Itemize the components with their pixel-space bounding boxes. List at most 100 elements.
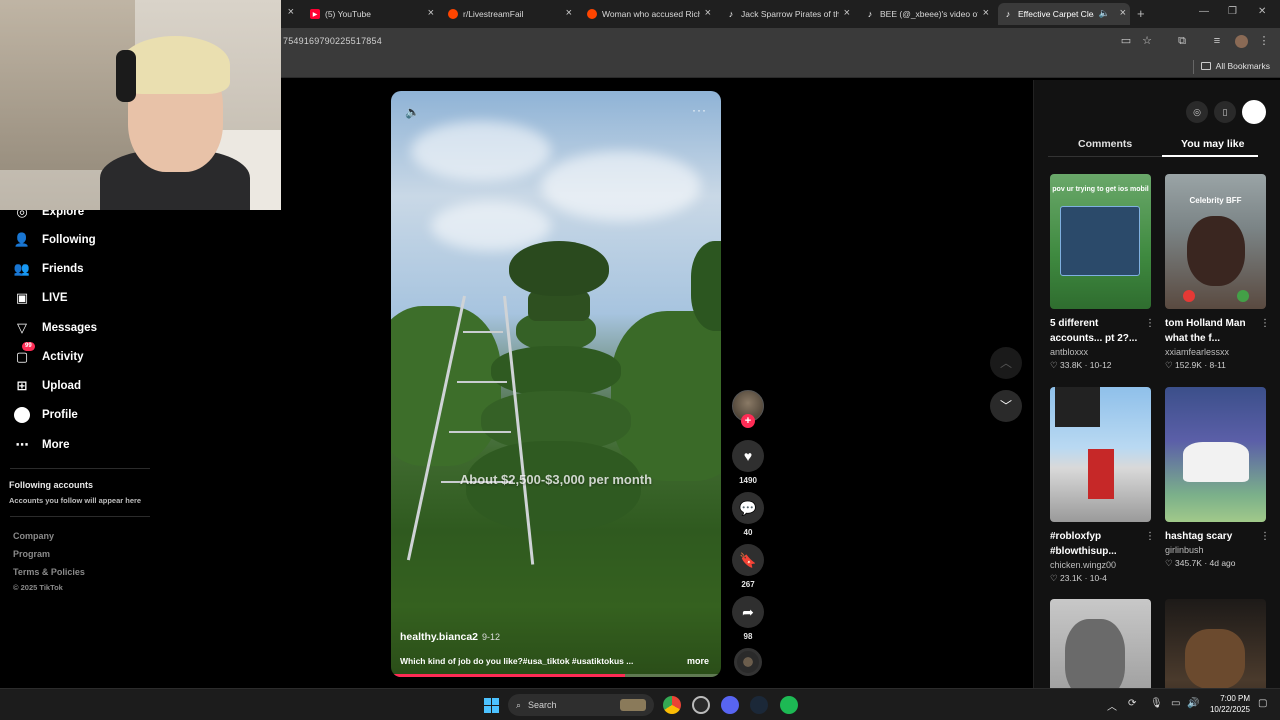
nav-friends[interactable]: 👥 Friends <box>14 261 84 277</box>
folder-icon <box>1200 62 1211 70</box>
taskbar-search[interactable]: ⌕ Search <box>508 694 654 716</box>
card-author[interactable]: antbloxxx <box>1050 347 1151 357</box>
card-menu-icon[interactable]: ⋮ <box>1260 318 1270 329</box>
volume-icon[interactable]: 🔊 <box>1187 698 1199 709</box>
tab-tiktok-active[interactable]: ♪ Effective Carpet Clean 🔈 × <box>998 3 1130 25</box>
maximize-icon[interactable]: ❐ <box>1228 6 1237 17</box>
card-title: #robloxfyp #blowthisup... <box>1050 531 1117 557</box>
tab-youtube[interactable]: ▶ (5) YouTube × <box>306 3 438 25</box>
recommended-video-card[interactable] <box>1050 599 1151 688</box>
tab-you-may-like[interactable]: You may like <box>1181 138 1244 150</box>
tab-close-partial[interactable]: × <box>284 3 294 25</box>
close-icon[interactable]: × <box>428 7 434 19</box>
phone-icon[interactable]: ▯ <box>1214 101 1236 123</box>
card-author[interactable]: chicken.wingz00 <box>1050 560 1151 570</box>
nav-following[interactable]: 👤 Following <box>14 232 96 248</box>
close-window-icon[interactable]: ✕ <box>1258 6 1266 17</box>
comment-button[interactable]: 💬 <box>732 492 764 524</box>
previous-video-button[interactable]: ︿ <box>990 347 1022 379</box>
save-button[interactable]: 🔖 <box>732 544 764 576</box>
mute-icon[interactable]: 🔈 <box>405 105 420 119</box>
video-thumbnail[interactable] <box>1050 599 1151 688</box>
card-author[interactable]: girlinbush <box>1165 545 1266 555</box>
cast-icon[interactable]: ▭ <box>1119 34 1133 48</box>
recommended-video-card[interactable]: #robloxfyp #blowthisup... ⋮ chicken.wing… <box>1050 387 1155 584</box>
close-icon[interactable]: × <box>1120 7 1126 19</box>
close-icon[interactable]: × <box>705 7 711 19</box>
nav-activity[interactable]: ▢ 99 Activity <box>14 342 84 365</box>
heart-icon: ♥ <box>743 448 753 464</box>
recommended-video-card[interactable] <box>1165 599 1266 688</box>
mic-icon[interactable]: 🎙 <box>1150 698 1163 709</box>
tab-reddit-lsf[interactable]: r/LivestreamFail × <box>444 3 576 25</box>
heart-outline-icon: ♡ <box>1050 360 1058 370</box>
tab-comments[interactable]: Comments <box>1078 138 1132 150</box>
next-video-button[interactable]: ﹀ <box>990 390 1022 422</box>
tab-tiktok-jack[interactable]: ♪ Jack Sparrow Pirates of th × <box>722 3 854 25</box>
footer-terms[interactable]: Terms & Policies <box>13 567 85 577</box>
app-icon[interactable] <box>692 696 710 714</box>
network-icon[interactable]: ▭ <box>1171 698 1180 709</box>
new-tab-button[interactable]: + <box>1137 6 1145 21</box>
bookmark-star-icon[interactable]: ☆ <box>1140 34 1154 48</box>
video-thumbnail[interactable] <box>1165 599 1266 688</box>
music-disc-icon[interactable] <box>734 648 762 676</box>
recommended-video-card[interactable]: pov ur trying to get ios mobil 5 differe… <box>1050 174 1155 371</box>
collapse-icon[interactable]: ◎ <box>1186 101 1208 123</box>
description-more-button[interactable]: more <box>687 656 709 666</box>
video-author[interactable]: healthy.bianca2 9-12 <box>400 631 500 643</box>
nav-profile[interactable]: Profile <box>14 407 78 423</box>
extensions-icon[interactable]: ⧉ <box>1175 34 1189 48</box>
video-progress-bar[interactable] <box>391 674 721 677</box>
card-menu-icon[interactable]: ⋮ <box>1145 318 1155 329</box>
spotify-icon[interactable] <box>780 696 798 714</box>
tab-reddit-post[interactable]: Woman who accused Rich × <box>583 3 715 25</box>
footer-company[interactable]: Company <box>13 531 54 541</box>
video-options-icon[interactable]: ··· <box>692 103 707 117</box>
video-thumbnail[interactable]: Celebrity BFF <box>1165 174 1266 309</box>
notification-icon[interactable]: ▢ <box>1258 698 1267 709</box>
close-icon[interactable]: × <box>288 6 294 18</box>
tiktok-icon: ♪ <box>867 9 873 19</box>
video-player[interactable]: 🔈 ··· About $2,500-$3,000 per month heal… <box>391 91 721 677</box>
video-thumbnail[interactable] <box>1050 387 1151 522</box>
nav-more[interactable]: ⋯ More <box>14 437 70 453</box>
tab-tiktok-bee[interactable]: ♪ BEE (@_xbeee)'s video of × <box>861 3 993 25</box>
nav-messages[interactable]: ▽ Messages <box>14 320 97 336</box>
card-author[interactable]: xxiamfearlessxx <box>1165 347 1266 357</box>
tray-chevron-icon[interactable]: ︿ <box>1107 698 1117 713</box>
blurred-figure <box>1065 619 1125 688</box>
url-text[interactable]: 7549169790225517854 <box>283 36 382 46</box>
discord-icon[interactable] <box>721 696 739 714</box>
browser-menu-icon[interactable]: ⋮ <box>1257 34 1271 48</box>
card-menu-icon[interactable]: ⋮ <box>1260 531 1270 542</box>
steam-icon[interactable] <box>750 696 768 714</box>
footer-program[interactable]: Program <box>13 549 50 559</box>
close-icon[interactable]: × <box>566 7 572 19</box>
video-thumbnail[interactable] <box>1165 387 1266 522</box>
nav-upload[interactable]: ⊞ Upload <box>14 378 81 394</box>
all-bookmarks-button[interactable]: All Bookmarks <box>1200 61 1270 71</box>
minimize-icon[interactable]: — <box>1199 6 1209 17</box>
recommended-video-card[interactable]: hashtag scary ⋮ girlinbush ♡ 345.7K · 4d… <box>1165 387 1270 569</box>
chrome-icon[interactable] <box>663 696 681 714</box>
sky-cloud <box>541 151 701 221</box>
sync-icon[interactable]: ⟳ <box>1128 698 1136 709</box>
taskbar-clock[interactable]: 7:00 PM 10/22/2025 <box>1206 693 1250 715</box>
recommended-video-card[interactable]: Celebrity BFF tom Holland Man what the f… <box>1165 174 1270 371</box>
hedge <box>611 311 721 481</box>
follow-plus-icon[interactable]: + <box>741 414 755 428</box>
windows-start-icon[interactable] <box>484 698 499 713</box>
like-button[interactable]: ♥ <box>732 440 764 472</box>
share-button[interactable]: ➦ <box>732 596 764 628</box>
theme-toggle[interactable] <box>1242 100 1266 124</box>
close-icon[interactable]: × <box>844 7 850 19</box>
share-icon: ➦ <box>742 603 754 620</box>
nav-live[interactable]: ▣ LIVE <box>14 290 68 306</box>
browser-profile-avatar[interactable] <box>1235 35 1248 48</box>
speaker-icon[interactable]: 🔈 <box>1099 8 1110 19</box>
media-icon[interactable]: ≡ <box>1210 34 1224 48</box>
card-menu-icon[interactable]: ⋮ <box>1145 531 1155 542</box>
video-thumbnail[interactable]: pov ur trying to get ios mobil <box>1050 174 1151 309</box>
close-icon[interactable]: × <box>983 7 989 19</box>
